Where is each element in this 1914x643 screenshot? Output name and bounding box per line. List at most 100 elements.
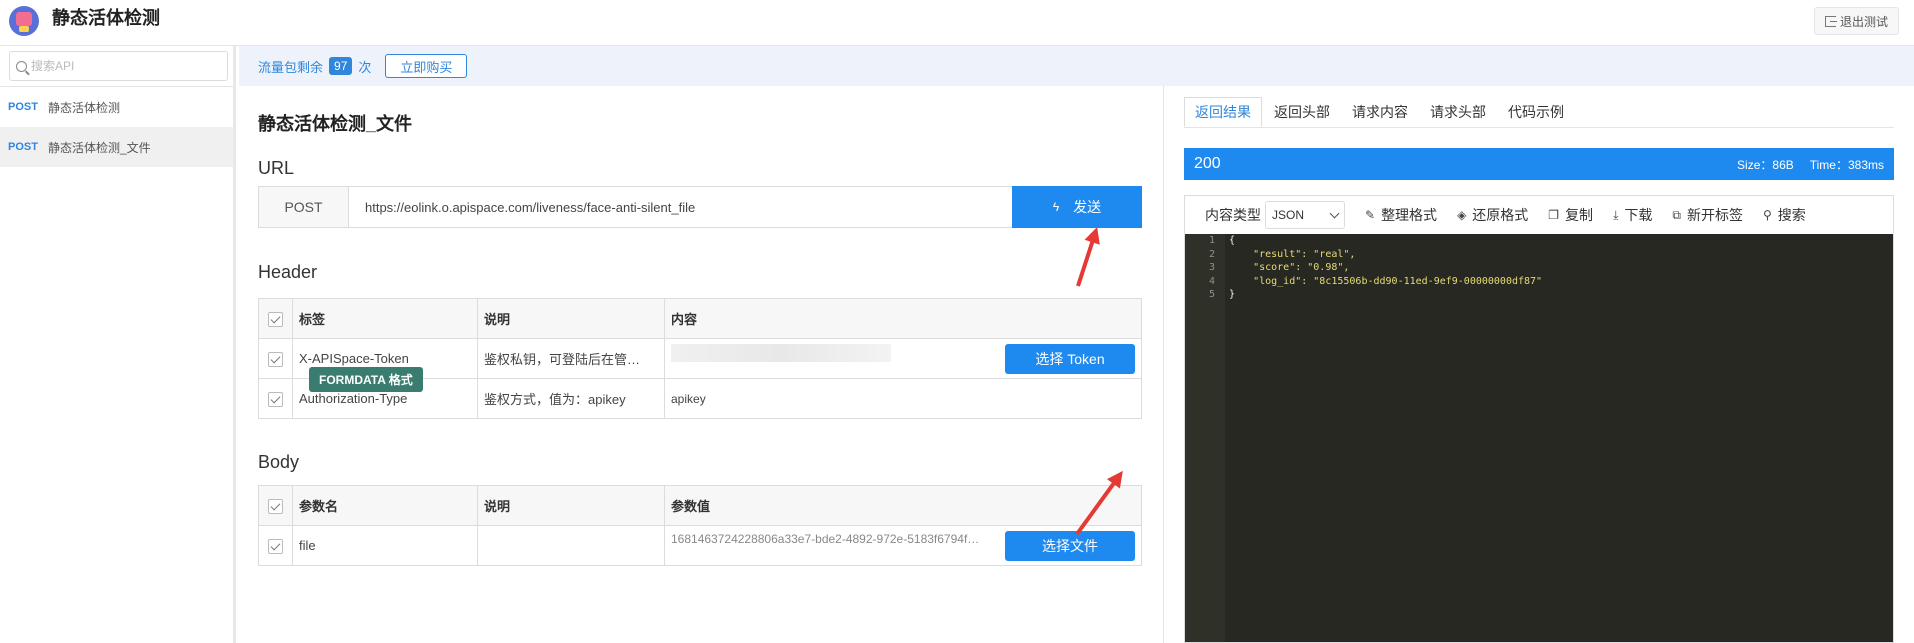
row-checkbox[interactable]	[268, 391, 283, 407]
chevron-down-icon	[1329, 208, 1340, 219]
select-all-cell[interactable]	[258, 298, 293, 339]
format-button[interactable]: ✎ 整理格式	[1365, 205, 1437, 225]
response-time: Time：383ms	[1809, 157, 1884, 172]
code-line: "result": "real",	[1229, 248, 1356, 260]
sidebar-item-label: 静态活体检测	[47, 100, 120, 115]
url-input[interactable]: https://eolink.o.apispace.com/liveness/f…	[349, 187, 1012, 227]
line-number: 5	[1208, 289, 1215, 300]
cube-icon: ◈	[1457, 208, 1467, 222]
brush-icon: ✎	[1365, 208, 1376, 222]
row-checkbox[interactable]	[268, 351, 283, 367]
url-section-label: URL	[258, 158, 295, 178]
json-editor[interactable]: 1 2 3 4 5 { "result": "real", "score": "…	[1185, 234, 1893, 642]
code-line: {	[1229, 235, 1236, 246]
exit-icon	[1824, 15, 1837, 27]
header-table: 标签 说明 内容 X-APISpace-Token 鉴权私钥，可登陆后在管… 选…	[258, 298, 1142, 419]
page-title: 静态活体检测_文件	[258, 114, 413, 134]
column-header: 标签	[292, 298, 478, 339]
response-tabs: 返回结果 返回头部 请求内容 请求头部 代码示例	[1184, 97, 1894, 128]
status-bar: 200 Size：86B Time：383ms	[1184, 148, 1894, 180]
tool-label: 还原格式	[1472, 207, 1529, 223]
copy-button[interactable]: ❐ 复制	[1548, 205, 1593, 225]
param-desc	[477, 525, 665, 566]
response-toolbar: 内容类型 JSON ✎ 整理格式 ◈ 还原格式 ❐ 复制 ⤓ 下载 ⧉ 新开标签 ⚲ 搜索	[1185, 196, 1893, 234]
line-number: 3	[1208, 262, 1215, 273]
header-desc: 鉴权私钥，可登陆后在管…	[477, 338, 665, 379]
response-box: 内容类型 JSON ✎ 整理格式 ◈ 还原格式 ❐ 复制 ⤓ 下载 ⧉ 新开标签 ⚲ 搜索 …	[1184, 195, 1894, 643]
tab-request-content[interactable]: 请求内容	[1342, 97, 1418, 127]
request-panel: 静态活体检测_文件 URL POST https://eolink.o.apis…	[239, 86, 1163, 643]
row-checkbox-cell[interactable]	[258, 338, 293, 379]
column-header: 参数名	[292, 485, 478, 526]
header-value[interactable]: apikey	[664, 378, 1142, 419]
copy-icon: ❐	[1548, 208, 1560, 222]
exit-test-button[interactable]: 退出测试	[1813, 7, 1899, 35]
select-token-button[interactable]: 选择 Token	[1005, 343, 1135, 374]
search-box[interactable]	[9, 51, 228, 81]
sidebar-item-static-liveness-file[interactable]: POST 静态活体检测_文件	[0, 127, 233, 167]
response-size: Size：86B	[1737, 157, 1794, 172]
quota-suffix: 次	[358, 59, 372, 75]
column-header: 说明	[477, 298, 665, 339]
formdata-format-badge: FORMDATA 格式	[309, 367, 423, 392]
search-button[interactable]: ⚲ 搜索	[1763, 205, 1806, 225]
search-input[interactable]	[31, 59, 211, 73]
body-table: 参数名 说明 参数值 file 1681463724228806a33e7-bd…	[258, 485, 1142, 566]
table-header-row: 参数名 说明 参数值	[258, 485, 1142, 526]
table-header-row: 标签 说明 内容	[258, 298, 1142, 339]
open-new-tab-button[interactable]: ⧉ 新开标签	[1672, 205, 1743, 225]
search-icon	[16, 60, 27, 72]
select-all-checkbox[interactable]	[268, 498, 283, 514]
code-content: { "result": "real", "score": "0.98", "lo…	[1229, 234, 1542, 302]
body-section-label: Body	[258, 452, 300, 472]
header-section-label: Header	[258, 262, 318, 282]
column-header: 说明	[477, 485, 665, 526]
app-logo-icon	[9, 6, 39, 36]
param-name: file	[292, 525, 478, 566]
exit-test-label: 退出测试	[1839, 14, 1888, 29]
sidebar-item-label: 静态活体检测_文件	[47, 140, 151, 155]
restore-format-button[interactable]: ◈ 还原格式	[1457, 205, 1528, 225]
select-file-button[interactable]: 选择文件	[1005, 530, 1135, 561]
status-code: 200	[1194, 155, 1221, 172]
quota-count-badge: 97	[329, 57, 353, 75]
select-all-cell[interactable]	[258, 485, 293, 526]
tab-response-headers[interactable]: 返回头部	[1264, 97, 1340, 127]
line-number: 4	[1208, 275, 1215, 287]
file-value: 1681463724228806a33e7-bde2-4892-972e-518…	[671, 531, 980, 546]
code-line: "log_id": "8c15506b-dd90-11ed-9ef9-00000…	[1229, 275, 1543, 287]
tool-label: 新开标签	[1686, 207, 1743, 223]
send-button[interactable]: ϟ 发送	[1012, 186, 1142, 228]
url-row: POST https://eolink.o.apispace.com/liven…	[258, 186, 1142, 228]
app-title: 静态活体检测	[52, 8, 160, 28]
quota-bar: 流量包剩余 97 次 立即购买	[239, 46, 1914, 86]
line-number: 1	[1208, 235, 1215, 246]
column-header: 内容	[664, 298, 1142, 339]
tool-label: 整理格式	[1381, 207, 1438, 223]
header-value-cell[interactable]: 选择 Token	[664, 338, 1142, 379]
content-type-value: JSON	[1272, 208, 1305, 222]
line-number: 2	[1208, 248, 1215, 260]
bolt-icon: ϟ	[1052, 200, 1060, 214]
sidebar: POST 静态活体检测 POST 静态活体检测_文件	[0, 46, 236, 643]
tab-code-example[interactable]: 代码示例	[1498, 97, 1574, 127]
top-bar: 静态活体检测 退出测试	[0, 0, 1914, 46]
row-checkbox[interactable]	[268, 538, 283, 554]
download-button[interactable]: ⤓ 下载	[1613, 205, 1652, 225]
select-all-checkbox[interactable]	[268, 311, 283, 327]
tab-response-result[interactable]: 返回结果	[1184, 97, 1262, 127]
sidebar-item-static-liveness[interactable]: POST 静态活体检测	[0, 87, 233, 127]
param-value-cell[interactable]: 1681463724228806a33e7-bde2-4892-972e-518…	[664, 525, 1142, 566]
code-line: "score": "0.98",	[1229, 262, 1350, 273]
tool-label: 下载	[1624, 207, 1653, 223]
tool-label: 搜索	[1777, 207, 1806, 223]
content-type-label: 内容类型	[1205, 207, 1261, 223]
download-icon: ⤓	[1613, 207, 1619, 222]
method-badge: POST	[8, 101, 38, 113]
tab-request-headers[interactable]: 请求头部	[1420, 97, 1496, 127]
content-type-select[interactable]: JSON	[1265, 201, 1345, 229]
buy-now-button[interactable]: 立即购买	[385, 54, 468, 78]
row-checkbox-cell[interactable]	[258, 378, 293, 419]
row-checkbox-cell[interactable]	[258, 525, 293, 566]
column-header: 参数值	[664, 485, 1142, 526]
